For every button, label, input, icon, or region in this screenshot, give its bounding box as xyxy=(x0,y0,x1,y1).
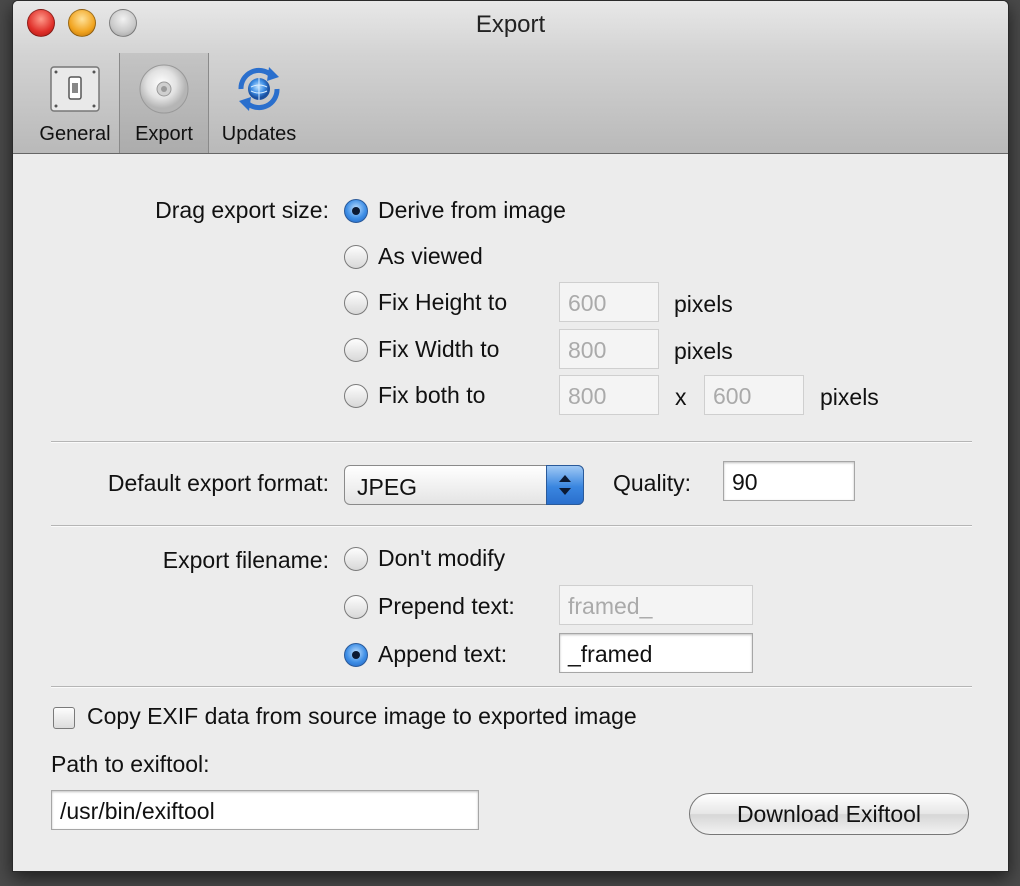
export-filename-label: Export filename: xyxy=(162,547,329,573)
quality-field[interactable]: 90 xyxy=(723,461,855,501)
separator xyxy=(51,525,972,527)
updown-arrows-icon xyxy=(546,465,584,505)
format-popup-value: JPEG xyxy=(357,474,418,500)
fix-both-unit: pixels xyxy=(820,384,879,410)
fix-width-label[interactable]: Fix Width to xyxy=(378,336,499,363)
radio-dont-modify[interactable] xyxy=(344,547,368,571)
toolbar-label-general: General xyxy=(39,123,111,145)
exiftool-path-label: Path to exiftool: xyxy=(51,751,210,777)
as-viewed-label[interactable]: As viewed xyxy=(378,243,483,270)
quality-label: Quality: xyxy=(613,470,691,496)
radio-prepend-text[interactable] xyxy=(344,595,368,619)
copy-exif-label[interactable]: Copy EXIF data from source image to expo… xyxy=(87,703,637,730)
fix-width-field[interactable]: 800 xyxy=(559,329,659,369)
toolbar-tab-export[interactable]: Export xyxy=(119,53,209,153)
preferences-window: Export General Export Updates Drag expor… xyxy=(12,0,1009,872)
prepend-text-label[interactable]: Prepend text: xyxy=(378,593,515,620)
toolbar-label-export: Export xyxy=(135,123,193,145)
radio-append-text[interactable] xyxy=(344,643,368,667)
toolbar-label-updates: Updates xyxy=(221,123,297,145)
toolbar-tab-general[interactable]: General xyxy=(27,53,123,153)
fix-height-label[interactable]: Fix Height to xyxy=(378,289,507,316)
radio-derive-from-image[interactable] xyxy=(344,199,368,223)
append-text-label[interactable]: Append text: xyxy=(378,641,507,668)
drag-export-size-label: Drag export size: xyxy=(155,197,329,223)
disc-icon xyxy=(139,64,189,114)
fix-height-field[interactable]: 600 xyxy=(559,282,659,322)
sync-globe-icon xyxy=(238,67,280,111)
copy-exif-checkbox[interactable] xyxy=(53,707,75,729)
fix-height-unit: pixels xyxy=(674,291,733,317)
exiftool-path-field[interactable]: /usr/bin/exiftool xyxy=(51,790,479,830)
fix-both-label[interactable]: Fix both to xyxy=(378,382,485,409)
titlebar: Export General Export Updates xyxy=(13,1,1008,154)
fix-both-times: x xyxy=(675,384,687,410)
separator xyxy=(51,441,972,443)
default-export-format-label: Default export format: xyxy=(107,470,329,496)
format-popup[interactable]: JPEG xyxy=(344,465,584,505)
prepend-text-field[interactable]: framed_ xyxy=(559,585,753,625)
radio-as-viewed[interactable] xyxy=(344,245,368,269)
download-exiftool-button[interactable]: Download Exiftool xyxy=(689,793,969,835)
dont-modify-label[interactable]: Don't modify xyxy=(378,545,505,572)
fix-both-width-field[interactable]: 800 xyxy=(559,375,659,415)
radio-fix-both[interactable] xyxy=(344,384,368,408)
separator xyxy=(51,686,972,688)
append-text-field[interactable]: _framed xyxy=(559,633,753,673)
toolbar-tab-updates[interactable]: Updates xyxy=(209,53,309,153)
radio-fix-width[interactable] xyxy=(344,338,368,362)
fix-both-height-field[interactable]: 600 xyxy=(704,375,804,415)
derive-from-image-label[interactable]: Derive from image xyxy=(378,197,566,224)
radio-fix-height[interactable] xyxy=(344,291,368,315)
fix-width-unit: pixels xyxy=(674,338,733,364)
window-title: Export xyxy=(475,11,546,38)
switch-icon xyxy=(50,66,100,112)
